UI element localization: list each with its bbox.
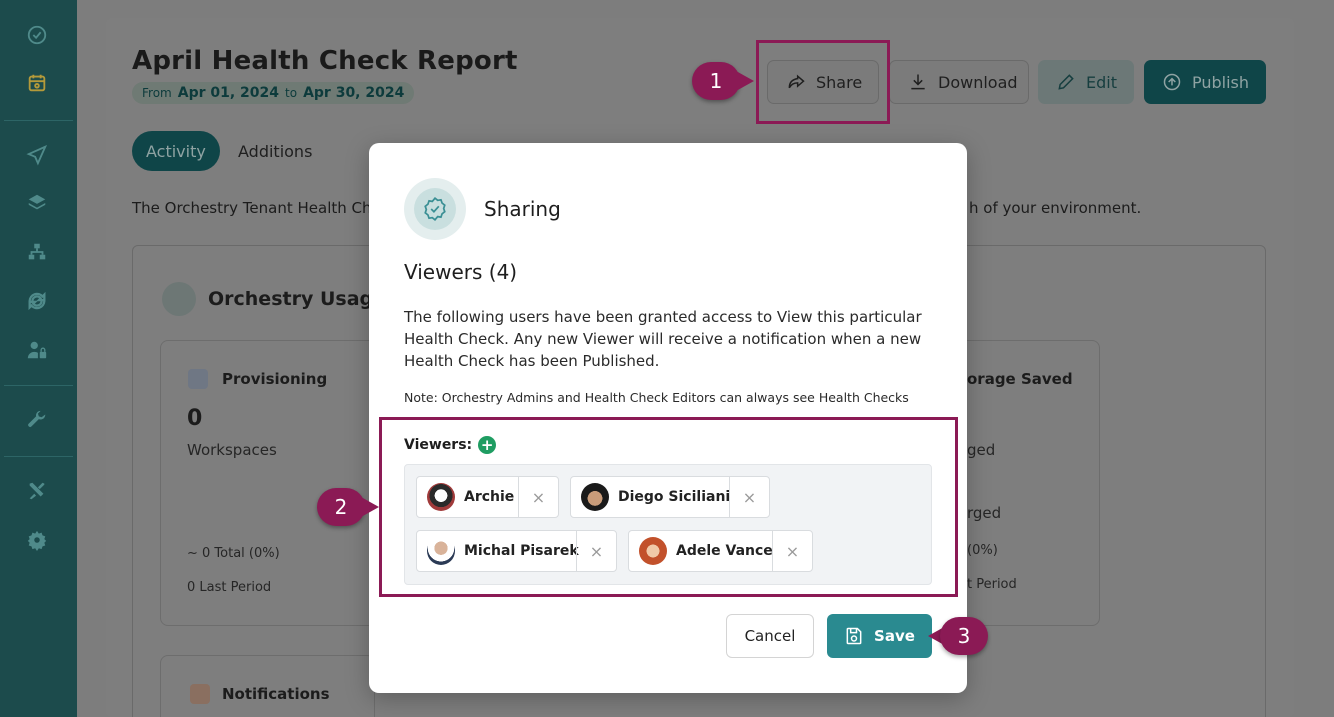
hierarchy-icon[interactable] [24, 239, 50, 265]
storage-last-period: t Period [967, 577, 1017, 592]
storage-title: orage Saved [967, 370, 1073, 388]
calendar-icon[interactable] [24, 70, 50, 96]
sidebar-divider [4, 120, 73, 121]
storage-line1: ged [967, 441, 996, 459]
modal-icon-badge [404, 178, 466, 240]
download-icon [911, 74, 925, 90]
viewers-heading: Viewers (4) [404, 260, 518, 284]
provisioning-value: 0 [187, 406, 203, 431]
floppy-disk-icon [846, 627, 862, 645]
provisioning-total: ~ 0 Total (0%) [187, 546, 280, 561]
description-text-end: h of your environment. [969, 199, 1142, 217]
save-button[interactable]: Save [827, 614, 932, 658]
verified-badge-icon [424, 196, 446, 222]
provisioning-total-text: 0 Total (0%) [202, 546, 280, 561]
sidebar-divider [4, 385, 73, 386]
usage-title: Orchestry Usage [208, 288, 387, 310]
wrench-icon[interactable] [24, 407, 50, 433]
download-button[interactable]: Download [889, 60, 1029, 104]
dashboard-check-icon[interactable] [24, 22, 50, 48]
modal-note: Note: Orchestry Admins and Health Check … [404, 390, 909, 405]
send-icon[interactable] [24, 142, 50, 168]
from-date: Apr 01, 2024 [177, 85, 280, 101]
edit-label: Edit [1086, 72, 1117, 92]
date-range-badge: From Apr 01, 2024 to Apr 30, 2024 [132, 82, 415, 104]
notifications-title: Notifications [222, 685, 330, 703]
provisioning-icon [188, 369, 208, 389]
save-label: Save [874, 627, 915, 645]
cancel-button[interactable]: Cancel [726, 614, 814, 658]
publish-label: Publish [1192, 72, 1250, 92]
upload-circle-icon [1163, 73, 1181, 91]
download-label: Download [938, 72, 1018, 92]
callout-number: 1 [692, 62, 740, 100]
callout-arrow [736, 71, 754, 91]
notifications-icon [190, 684, 210, 704]
edit-button[interactable]: Edit [1038, 60, 1134, 104]
tools-icon[interactable] [24, 478, 50, 504]
storage-pct: (0%) [967, 543, 998, 558]
from-label: From [142, 86, 172, 100]
storage-line2: rged [967, 504, 1002, 522]
callout-2: 2 [317, 488, 379, 526]
sidebar-divider [4, 456, 73, 457]
user-lock-icon[interactable] [24, 337, 50, 363]
description-text: The Orchestry Tenant Health Ch [132, 199, 372, 217]
modal-title: Sharing [484, 197, 561, 221]
provisioning-unit: Workspaces [187, 441, 277, 459]
callout-number: 2 [317, 488, 365, 526]
pencil-icon [1058, 74, 1074, 90]
modal-description: The following users have been granted ac… [404, 308, 922, 370]
callout-1: 1 [692, 62, 754, 100]
share-highlight [756, 40, 890, 124]
to-date: Apr 30, 2024 [303, 85, 405, 101]
gear-icon[interactable] [24, 527, 50, 553]
tab-activity[interactable]: Activity [132, 131, 220, 171]
to-label: to [285, 86, 298, 100]
callout-number: 3 [940, 617, 988, 655]
provisioning-last-period: 0 Last Period [187, 580, 272, 595]
sync-icon[interactable] [24, 288, 50, 314]
sidebar [0, 0, 77, 717]
publish-button[interactable]: Publish [1144, 60, 1266, 104]
layers-icon[interactable] [24, 190, 50, 216]
provisioning-title: Provisioning [222, 370, 328, 388]
page-title: April Health Check Report [132, 46, 518, 76]
orchestry-logo-icon [162, 282, 196, 316]
callout-3: 3 [928, 617, 988, 655]
callout-arrow [361, 497, 379, 517]
tab-additions[interactable]: Additions [224, 131, 326, 171]
viewers-highlight [379, 417, 958, 597]
